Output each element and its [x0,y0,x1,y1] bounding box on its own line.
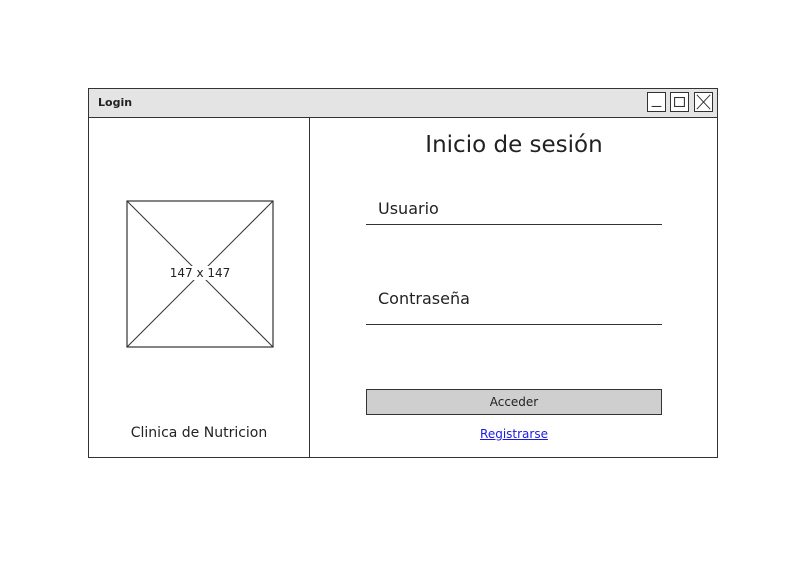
login-window: Login 147 x 147 Clinica de Nutricion Ini… [88,88,718,458]
password-underline [366,324,662,325]
username-label: Usuario [378,199,439,218]
close-button[interactable] [694,92,713,112]
register-link[interactable]: Registrarse [366,427,662,441]
window-title: Login [98,96,133,109]
minimize-button[interactable] [647,92,666,112]
page-title: Inicio de sesión [425,132,603,158]
username-underline [366,224,662,225]
image-size-label: 147 x 147 [126,266,274,280]
minimize-icon [651,105,662,108]
username-field[interactable]: Usuario [366,199,662,229]
image-size-text: 147 x 147 [167,266,233,280]
clinic-name: Clinica de Nutricion [130,425,268,441]
maximize-button[interactable] [670,92,689,112]
close-icon [696,94,711,110]
maximize-icon [674,96,685,108]
login-button[interactable]: Acceder [366,389,662,415]
panel-divider [309,118,310,457]
title-bar: Login [89,89,717,118]
password-field[interactable]: Contraseña [366,289,662,325]
password-label: Contraseña [378,289,470,308]
